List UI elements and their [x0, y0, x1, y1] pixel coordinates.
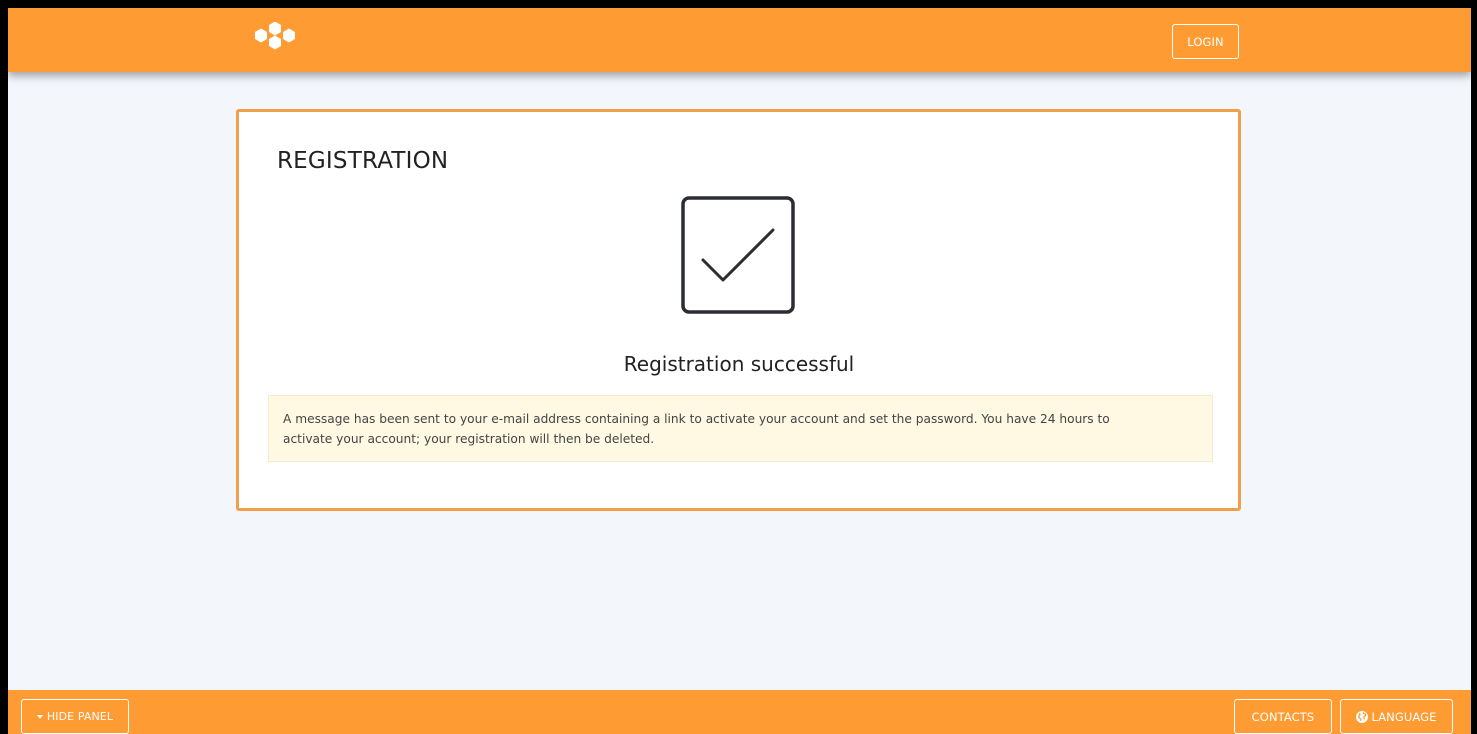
page-title: REGISTRATION [277, 148, 449, 174]
hexagon-cluster-logo-icon[interactable] [246, 22, 298, 60]
language-label: LANGUAGE [1371, 709, 1437, 724]
top-header-bar: LOGIN [8, 8, 1471, 72]
contacts-label: CONTACTS [1251, 709, 1315, 724]
registration-card: REGISTRATION Registration successful A m… [236, 109, 1241, 511]
alert-text-line-1: A message has been sent to your e-mail a… [283, 412, 1110, 426]
alert-text-line-2: activate your account; your registration… [283, 432, 655, 446]
app-window: LOGIN REGISTRATION Registration successf… [8, 8, 1471, 734]
language-button[interactable]: LANGUAGE [1340, 699, 1453, 734]
checkbox-checked-icon [681, 196, 795, 314]
login-button[interactable]: LOGIN [1172, 24, 1239, 59]
hide-panel-button[interactable]: HIDE PANEL [21, 699, 129, 734]
info-alert: A message has been sent to your e-mail a… [268, 395, 1213, 462]
bottom-footer-bar: HIDE PANEL CONTACTS LANGUAGE [8, 690, 1471, 734]
contacts-button[interactable]: CONTACTS [1234, 699, 1332, 734]
hide-panel-label: HIDE PANEL [46, 710, 114, 723]
globe-icon [1356, 710, 1369, 723]
caret-down-icon [36, 714, 43, 719]
success-message: Registration successful [623, 352, 855, 376]
